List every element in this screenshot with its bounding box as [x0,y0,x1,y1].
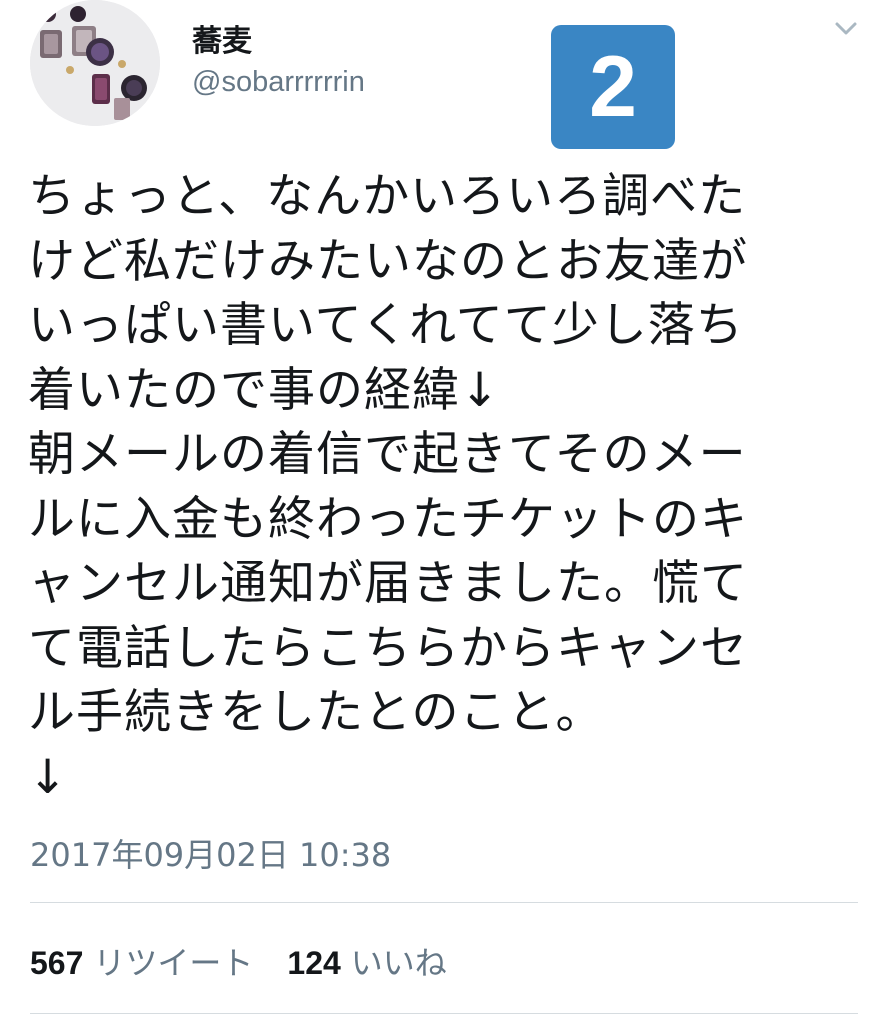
tweet-text-line: ャンセル通知が届きました。慌て [28,556,748,611]
divider [30,902,858,903]
likes-label: いいね [350,944,447,982]
tweet-text-line: ルに入金も終わったチケットのキ [28,491,748,547]
chevron-down-icon-glyph [835,22,857,35]
user-handle[interactable]: @sobarrrrrrin [192,66,365,99]
retweets-count: 567 [30,945,84,981]
tweet-text-line: いっぱい書いてくれてて少し落ち [28,298,744,353]
tweet-text-line: けど私だけみたいなのとお友達が [28,233,748,289]
retweets-stat[interactable]: 567 リツイート [30,938,253,984]
chevron-down-icon[interactable] [832,14,860,42]
likes-stat[interactable]: 124 いいね [287,938,446,984]
number-badge: 2 [551,25,675,149]
tweet-text-line: 着いたので事の経緯↓ [28,362,501,418]
tweet-text: ちょっと、なんかいろいろ調べた けど私だけみたいなのとお友達が いっぱい書いてく… [28,165,848,810]
divider [30,1013,858,1014]
avatar-image [30,0,160,126]
display-name[interactable]: 蕎麦 [192,16,252,60]
tweet-text-line: ↓ [28,749,69,805]
retweets-label: リツイート [93,944,254,982]
tweet-text-line: て電話したらこちらからキャンセ [28,620,748,676]
likes-count: 124 [287,945,341,981]
tweet-text-line: ちょっと、なんかいろいろ調べた [28,169,747,224]
tweet-timestamp[interactable]: 2017年09月02日 10:38 [30,830,391,876]
avatar[interactable] [30,0,160,126]
tweet-text-line: ル手続きをしたとのこと。 [28,685,604,740]
tweet-text-line: 朝メールの着信で起きてそのメー [28,427,747,482]
tweet-stats: 567 リツイート 124 いいね [30,938,447,984]
